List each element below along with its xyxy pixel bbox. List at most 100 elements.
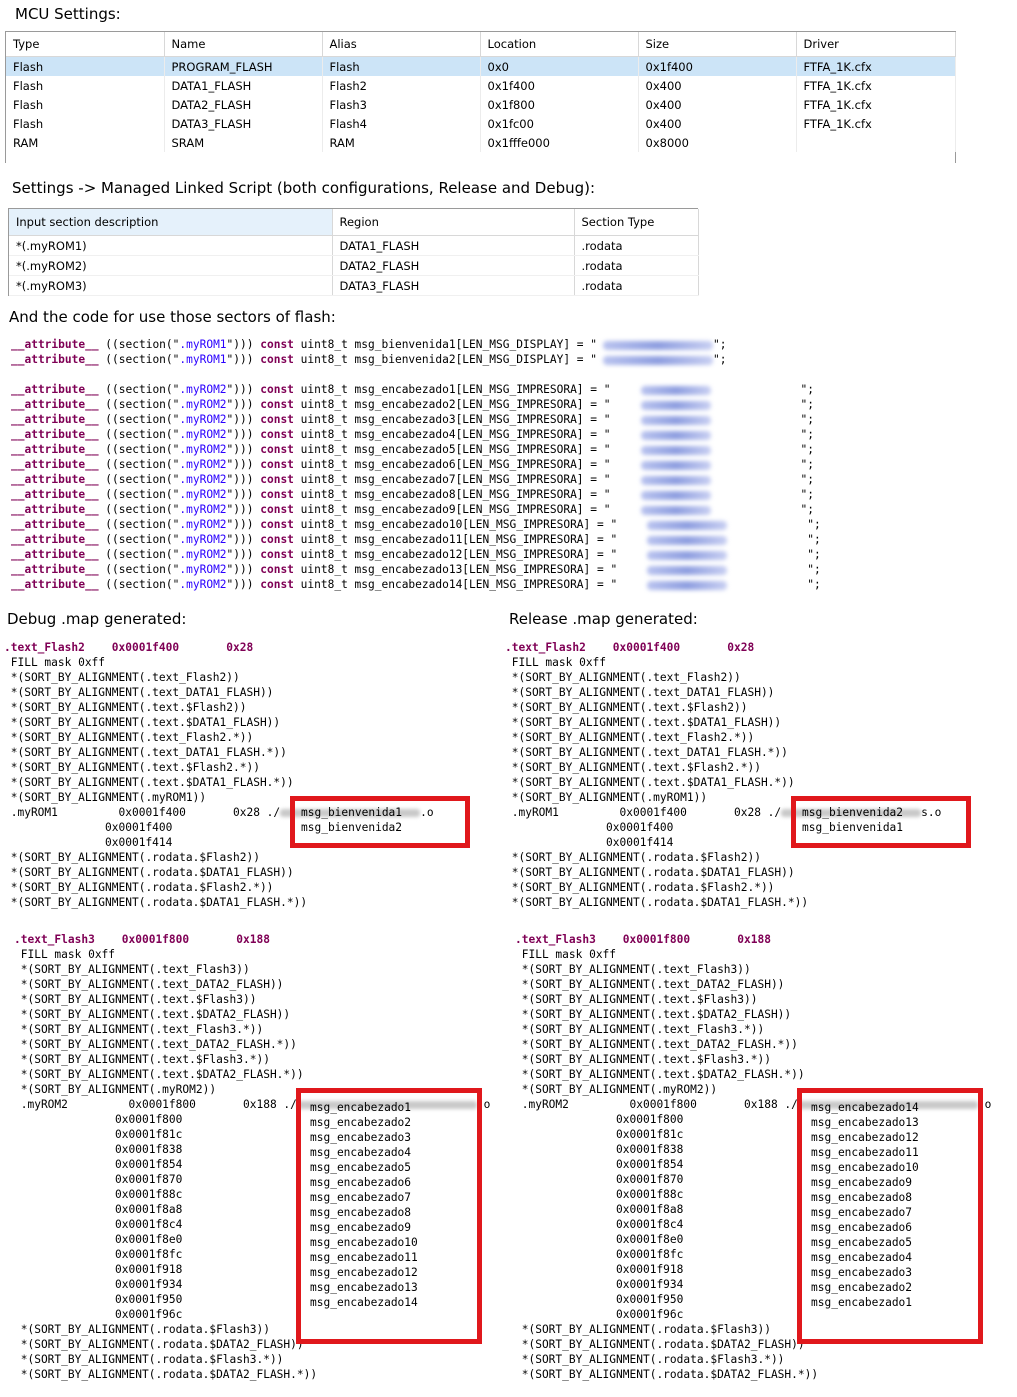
code-text: "))) (226, 458, 261, 471)
code-heading: And the code for use those sectors of fl… (9, 308, 336, 326)
section-string: .myROM2 (179, 383, 227, 396)
table-cell: FTFA_1K.cfx (796, 76, 956, 95)
table-row[interactable]: Flash DATA2_FLASH Flash3 0x1f800 0x400 FTFA_1… (6, 95, 956, 114)
map-line: .text_Flash2 0x0001f400 0x28 (4, 641, 254, 654)
table-cell: Flash (6, 114, 165, 133)
table-row[interactable]: *(.myROM2) DATA2_FLASH .rodata (9, 255, 699, 276)
symbol-name: msg_bienvenida2 (301, 821, 403, 834)
map-line: *(SORT_BY_ALIGNMENT(.rodata.$Flash3.*)) (515, 1353, 785, 1366)
symbol-name: msg_encabezado1 (310, 1101, 412, 1114)
column-header[interactable]: Section Type (574, 209, 699, 236)
section-string: .myROM2 (179, 563, 227, 576)
column-header[interactable]: Driver (796, 32, 956, 57)
code-line: __attribute__ ((section(".myROM2"))) con… (11, 562, 821, 577)
table-cell: DATA3_FLASH (332, 275, 575, 296)
code-text: ((section(" (98, 518, 180, 531)
symbol-name: msg_encabezado8 (310, 1206, 412, 1219)
map-line: *(SORT_BY_ALIGNMENT(.rodata.$DATA1_FLASH… (4, 896, 308, 909)
map-line: *(SORT_BY_ALIGNMENT(.text_Flash2)) (505, 671, 741, 684)
code-text: "; (807, 563, 821, 576)
highlight-box: msg_encabezado14 msg_encabezado13 msg_enca… (797, 1088, 983, 1344)
attribute-keyword: __attribute__ (11, 473, 99, 486)
symbol-name: msg_encabezado9 (811, 1176, 913, 1189)
map-line: *(SORT_BY_ALIGNMENT(.text_DATA1_FLASH)) (4, 686, 274, 699)
symbol-name: msg_encabezado3 (811, 1266, 913, 1279)
map-line: *(SORT_BY_ALIGNMENT(.rodata.$Flash2)) (4, 851, 260, 864)
redacted-string (603, 340, 714, 350)
section-string: .myROM2 (179, 398, 227, 411)
map-text: .myROM2 0x0001f800 0x188 ./ (515, 1098, 798, 1111)
table-cell: DATA2_FLASH (332, 255, 575, 276)
code-text: "; (800, 488, 814, 501)
table-row[interactable]: Flash PROGRAM_FLASH Flash 0x0 0x1f400 FTFA_1K… (6, 56, 956, 76)
code-text: "))) (226, 548, 261, 561)
release-map-heading: Release .map generated: (509, 610, 698, 628)
symbol-name: msg_bienvenida1 (802, 821, 904, 834)
table-row[interactable]: RAM SRAM RAM 0x1fffe000 0x8000 (6, 133, 956, 152)
table-cell: DATA2_FLASH (164, 95, 323, 114)
code-text: uint8_t msg_encabezado4[LEN_MSG_IMPRESOR… (293, 428, 611, 441)
attribute-keyword: __attribute__ (11, 518, 99, 531)
table-cell: RAM (6, 133, 165, 152)
symbol-name: msg_encabezado5 (811, 1236, 913, 1249)
table-cell: 0x1f400 (480, 76, 639, 95)
attribute-keyword: __attribute__ (11, 488, 99, 501)
const-keyword: const (260, 413, 294, 426)
address-block: 0x0001f800 0x0001f81c 0x0001f838 0x0001f… (515, 1088, 1005, 1344)
code-text: uint8_t msg_encabezado3[LEN_MSG_IMPRESOR… (293, 413, 611, 426)
table-row[interactable]: *(.myROM3) DATA3_FLASH .rodata (9, 275, 699, 296)
code-text: "; (800, 443, 814, 456)
table-cell: DATA3_FLASH (164, 114, 323, 133)
column-header[interactable]: Type (6, 32, 165, 57)
const-keyword: const (260, 563, 294, 576)
code-text: ((section(" (98, 413, 180, 426)
code-text: ((section(" (98, 458, 180, 471)
code-line: __attribute__ ((section(".myROM2"))) con… (11, 382, 821, 397)
map-line: *(SORT_BY_ALIGNMENT(.text.$Flash2.*)) (505, 761, 761, 774)
highlight-box: msg_bienvenida2 msg_bienvenida1 (791, 796, 971, 848)
column-header[interactable]: Input section description (9, 209, 333, 236)
symbol-name: msg_encabezado13 (310, 1281, 418, 1294)
const-keyword: const (260, 383, 294, 396)
table-cell: 0x1f800 (480, 95, 639, 114)
column-header[interactable]: Alias (322, 32, 481, 57)
code-text: "; (800, 428, 814, 441)
attribute-keyword: __attribute__ (11, 443, 99, 456)
table-row[interactable]: *(.myROM1) DATA1_FLASH .rodata (9, 235, 699, 256)
attribute-keyword: __attribute__ (11, 578, 99, 591)
map-line: *(SORT_BY_ALIGNMENT(.text_Flash3)) (14, 963, 250, 976)
table-row[interactable]: Flash DATA1_FLASH Flash2 0x1f400 0x400 FTFA_1… (6, 76, 956, 95)
column-header[interactable]: Size (638, 32, 797, 57)
table-cell: PROGRAM_FLASH (164, 56, 323, 76)
map-line: *(SORT_BY_ALIGNMENT(.text.$DATA2_FLASH)) (515, 1008, 792, 1021)
redacted-string (647, 535, 728, 545)
code-text: uint8_t msg_bienvenida2[LEN_MSG_DISPLAY]… (293, 353, 598, 366)
symbol-name: msg_encabezado1 (811, 1296, 913, 1309)
attribute-keyword: __attribute__ (11, 398, 99, 411)
column-header[interactable]: Location (480, 32, 639, 57)
code-text: ((section(" (98, 383, 180, 396)
code-text: "))) (226, 518, 261, 531)
map-line: *(SORT_BY_ALIGNMENT(.text_DATA1_FLASH.*)… (505, 746, 788, 759)
symbol-name: msg_encabezado10 (811, 1161, 919, 1174)
redacted-string (640, 505, 711, 515)
code-text: "))) (226, 383, 261, 396)
symbol-name: msg_encabezado12 (811, 1131, 919, 1144)
code-text: ((section(" (98, 443, 180, 456)
code-text: "))) (226, 338, 261, 351)
column-header[interactable]: Region (332, 209, 575, 236)
code-text: uint8_t msg_encabezado14[LEN_MSG_IMPRESO… (293, 578, 618, 591)
redacted-string (640, 385, 711, 395)
map-line: FILL mask 0xff (505, 656, 607, 669)
section-string: .myROM2 (179, 443, 227, 456)
column-header[interactable]: Name (164, 32, 323, 57)
table-cell: Flash (322, 56, 481, 76)
table-row[interactable]: Flash DATA3_FLASH Flash4 0x1fc00 0x400 FTFA_1… (6, 114, 956, 133)
table-cell: Flash (6, 76, 165, 95)
const-keyword: const (260, 398, 294, 411)
attribute-keyword: __attribute__ (11, 353, 99, 366)
code-text: "))) (226, 413, 261, 426)
symbol-name: msg_encabezado9 (310, 1221, 412, 1234)
code-line: __attribute__ ((section(".myROM2"))) con… (11, 412, 821, 427)
symbol-name: msg_encabezado11 (811, 1146, 919, 1159)
